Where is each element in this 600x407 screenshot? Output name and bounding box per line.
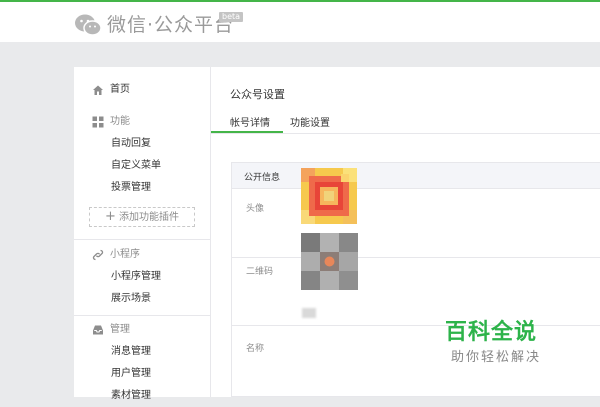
add-plugin-button[interactable]: + 添加功能插件 bbox=[89, 207, 195, 227]
account-name-value bbox=[302, 308, 316, 318]
sidebar-item-custom-menu[interactable]: 自定义菜单 bbox=[74, 155, 210, 177]
tab-account-details[interactable]: 帐号详情 bbox=[230, 114, 270, 129]
sidebar-section-features: 功能 bbox=[74, 111, 210, 133]
wechat-logo-icon[interactable] bbox=[74, 13, 102, 37]
sidebar-item-display-scenes[interactable]: 展示场景 bbox=[74, 288, 210, 310]
qrcode-image[interactable] bbox=[301, 233, 358, 290]
sidebar-divider bbox=[74, 239, 210, 240]
inbox-icon bbox=[93, 325, 103, 335]
sidebar-item-home[interactable]: 首页 bbox=[74, 79, 210, 101]
link-icon bbox=[92, 249, 104, 261]
tab-feature-settings[interactable]: 功能设置 bbox=[290, 114, 330, 129]
sidebar-section-mini-program: 小程序 bbox=[74, 244, 210, 266]
brand-title[interactable]: 微信·公众平台 bbox=[107, 10, 234, 37]
sidebar: 首页 功能 自动回复 自定义菜单 投票管理 + 添加功能插件 小程序 小程序管理 … bbox=[74, 67, 211, 401]
tabs-divider bbox=[211, 133, 600, 134]
home-icon bbox=[93, 85, 103, 95]
panel-title: 公开信息 bbox=[244, 173, 281, 183]
sidebar-item-user-management[interactable]: 用户管理 bbox=[74, 363, 210, 385]
sidebar-section-label: 功能 bbox=[110, 116, 130, 127]
plus-icon: + bbox=[105, 209, 116, 224]
field-label-avatar: 头像 bbox=[246, 204, 265, 214]
sidebar-item-label: 首页 bbox=[110, 84, 130, 95]
field-label-name: 名称 bbox=[246, 344, 265, 354]
add-plugin-label: 添加功能插件 bbox=[118, 212, 179, 223]
page-title: 公众号设置 bbox=[230, 88, 285, 101]
sidebar-divider bbox=[74, 315, 210, 316]
sidebar-section-label: 管理 bbox=[110, 324, 130, 335]
panel-header: 公开信息 bbox=[232, 163, 600, 189]
sidebar-item-mini-program-management[interactable]: 小程序管理 bbox=[74, 266, 210, 288]
sidebar-item-message-management[interactable]: 消息管理 bbox=[74, 341, 210, 363]
account-avatar[interactable] bbox=[301, 168, 357, 224]
sidebar-section-label: 小程序 bbox=[110, 249, 140, 260]
beta-badge: beta bbox=[219, 12, 244, 22]
sidebar-item-auto-reply[interactable]: 自动回复 bbox=[74, 133, 210, 155]
watermark-logo: 百科全说 助你轻松解决 bbox=[428, 314, 578, 370]
field-label-qrcode: 二维码 bbox=[246, 267, 274, 277]
top-header: 微信·公众平台 beta bbox=[0, 2, 600, 42]
row-divider bbox=[232, 257, 600, 258]
sidebar-section-management: 管理 bbox=[74, 319, 210, 341]
watermark-subtitle: 助你轻松解决 bbox=[451, 350, 542, 365]
watermark-title: 百科全说 bbox=[445, 320, 538, 345]
sidebar-item-material-management[interactable]: 素材管理 bbox=[74, 385, 210, 407]
grid-icon bbox=[92, 116, 104, 128]
sidebar-item-vote-management[interactable]: 投票管理 bbox=[74, 177, 210, 199]
